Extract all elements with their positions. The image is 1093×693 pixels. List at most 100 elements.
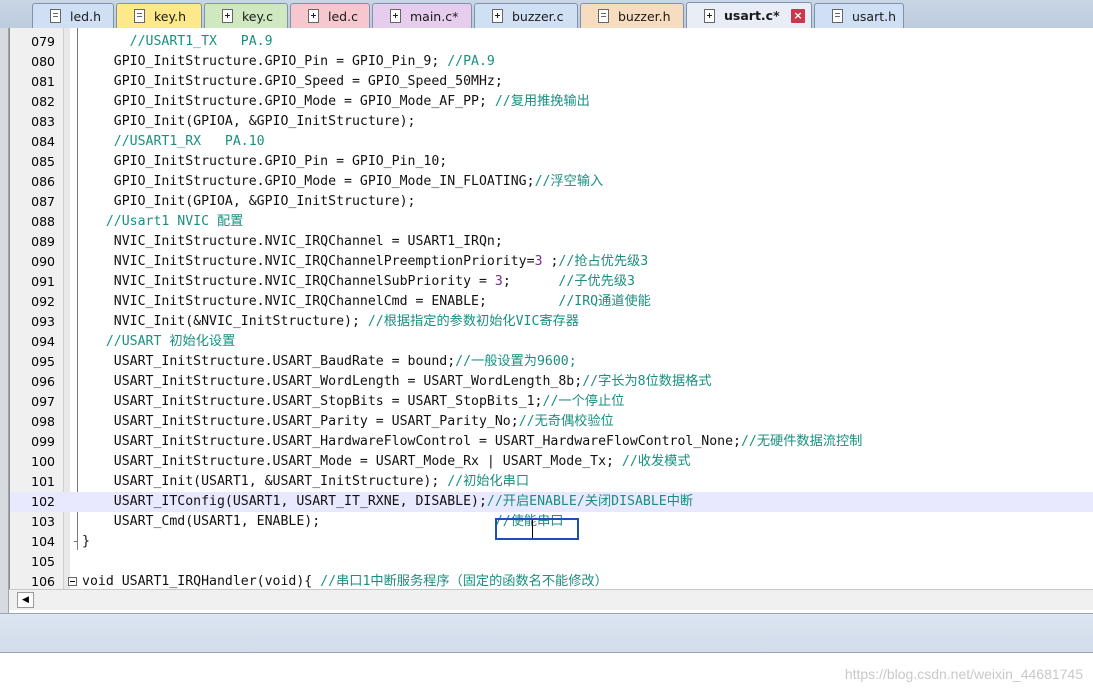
code-comment: //根据指定的参数初始化VIC寄存器	[367, 314, 579, 329]
code-line[interactable]: 096 USART_InitStructure.USART_WordLength…	[10, 372, 1093, 392]
code-line[interactable]: 088 //Usart1 NVIC 配置	[10, 212, 1093, 232]
code-comment: //USART1_TX PA.9	[113, 34, 273, 49]
tab-buzzer-h[interactable]: buzzer.h	[580, 3, 684, 28]
code-line[interactable]: 105	[10, 552, 1093, 572]
code-text: USART_ITConfig(USART1, USART_IT_RXNE, DI…	[82, 492, 693, 512]
code-line[interactable]: 091 NVIC_InitStructure.NVIC_IRQChannelSu…	[10, 272, 1093, 292]
c-source-file-icon	[492, 9, 503, 23]
code-line[interactable]: 082 GPIO_InitStructure.GPIO_Mode = GPIO_…	[10, 92, 1093, 112]
c-source-file-icon	[222, 9, 233, 23]
code-editor[interactable]: 079 //USART1_TX PA.9 080 GPIO_InitStructu…	[9, 28, 1093, 590]
code-text: NVIC_InitStructure.NVIC_IRQChannelCmd = …	[82, 292, 651, 312]
tab-label: usart.h	[852, 8, 897, 24]
line-number: 088	[31, 214, 55, 229]
code-token: GPIO_Init(GPIOA, &GPIO_InitStructure);	[82, 194, 416, 209]
code-line[interactable]: 095 USART_InitStructure.USART_BaudRate =…	[10, 352, 1093, 372]
code-line[interactable]: 081 GPIO_InitStructure.GPIO_Speed = GPIO…	[10, 72, 1093, 92]
tab-main-c[interactable]: main.c*	[372, 3, 472, 28]
code-line[interactable]: 087 GPIO_Init(GPIOA, &GPIO_InitStructure…	[10, 192, 1093, 212]
code-line[interactable]: 103 USART_Cmd(USART1, ENABLE); //使能串口	[10, 512, 1093, 532]
header-file-icon	[832, 9, 843, 23]
code-line[interactable]: 097 USART_InitStructure.USART_StopBits =…	[10, 392, 1093, 412]
tab-usart-c[interactable]: usart.c* ×	[686, 2, 812, 28]
code-token: NVIC_InitStructure.NVIC_IRQChannel = USA…	[82, 234, 503, 249]
header-file-icon	[598, 9, 609, 23]
code-line[interactable]: 093 NVIC_Init(&NVIC_InitStructure); //根据…	[10, 312, 1093, 332]
line-number: 079	[31, 34, 55, 49]
code-text: GPIO_InitStructure.GPIO_Speed = GPIO_Spe…	[82, 72, 503, 92]
code-text: USART_InitStructure.USART_HardwareFlowCo…	[82, 432, 863, 452]
line-number: 083	[31, 114, 55, 129]
code-token: USART_ITConfig(USART1, USART_IT_RXNE, DI…	[82, 494, 487, 509]
code-comment: //串口1中断服务程序（固定的函数名不能修改）	[320, 574, 608, 589]
line-number: 103	[31, 514, 55, 529]
code-line[interactable]: 090 NVIC_InitStructure.NVIC_IRQChannelPr…	[10, 252, 1093, 272]
code-comment: //USART1_RX PA.10	[113, 134, 265, 149]
code-text: USART_InitStructure.USART_BaudRate = bou…	[82, 352, 577, 372]
code-line[interactable]: 084 //USART1_RX PA.10	[10, 132, 1093, 152]
code-text: NVIC_InitStructure.NVIC_IRQChannelPreemp…	[82, 252, 648, 272]
tab-usart-h[interactable]: usart.h	[814, 3, 904, 28]
line-number: 089	[31, 234, 55, 249]
tab-label: usart.c*	[724, 8, 780, 23]
code-token: NVIC_InitStructure.NVIC_IRQChannelSubPri…	[82, 274, 495, 289]
horizontal-scrollbar[interactable]: ◀	[9, 589, 1093, 610]
code-text: USART_InitStructure.USART_Mode = USART_M…	[82, 452, 691, 472]
code-token: GPIO_InitStructure.GPIO_Mode = GPIO_Mode…	[82, 174, 535, 189]
c-source-file-icon	[308, 9, 319, 23]
code-text: //USART1_TX PA.9	[82, 32, 273, 52]
code-line[interactable]: 085 GPIO_InitStructure.GPIO_Pin = GPIO_P…	[10, 152, 1093, 172]
code-comment: //初始化串口	[447, 474, 530, 489]
tab-led-h[interactable]: led.h	[32, 3, 114, 28]
code-token: ;	[542, 254, 559, 269]
code-line[interactable]: 102 USART_ITConfig(USART1, USART_IT_RXNE…	[10, 492, 1093, 512]
code-text: GPIO_InitStructure.GPIO_Pin = GPIO_Pin_9…	[82, 52, 495, 72]
code-text: //USART 初始化设置	[82, 332, 235, 352]
code-text: //USART1_RX PA.10	[82, 132, 265, 152]
code-comment: //使能串口	[494, 514, 564, 529]
window-left-border	[0, 28, 9, 613]
code-line[interactable]: 100 USART_InitStructure.USART_Mode = USA…	[10, 452, 1093, 472]
tab-buzzer-c[interactable]: buzzer.c	[474, 3, 578, 28]
tab-label: main.c*	[410, 8, 459, 24]
code-comment: //USART 初始化设置	[105, 334, 236, 349]
code-comment: //IRQ通道使能	[558, 294, 651, 309]
close-tab-icon[interactable]: ×	[791, 8, 805, 23]
code-text: GPIO_InitStructure.GPIO_Mode = GPIO_Mode…	[82, 172, 603, 192]
line-number: 085	[31, 154, 55, 169]
code-token: USART_InitStructure.USART_BaudRate = bou…	[82, 354, 456, 369]
code-line[interactable]: 094 //USART 初始化设置	[10, 332, 1093, 352]
tab-key-c[interactable]: key.c	[204, 3, 288, 28]
code-line[interactable]: 106 void USART1_IRQHandler(void){ //串口1中断…	[10, 572, 1093, 590]
code-token: USART_InitStructure.USART_WordLength = U…	[82, 374, 583, 389]
code-number: 3	[534, 254, 543, 269]
code-comment: //浮空输入	[534, 174, 604, 189]
code-comment: //开启ENABLE/关闭DISABLE中断	[486, 494, 694, 509]
code-line[interactable]: 104}	[10, 532, 1093, 552]
code-line[interactable]: 079 //USART1_TX PA.9	[10, 32, 1093, 52]
fold-collapse-icon[interactable]	[68, 577, 77, 586]
code-line[interactable]: 080 GPIO_InitStructure.GPIO_Pin = GPIO_P…	[10, 52, 1093, 72]
tab-led-c[interactable]: led.c	[290, 3, 370, 28]
line-number: 087	[31, 194, 55, 209]
code-token: GPIO_InitStructure.GPIO_Pin = GPIO_Pin_9…	[82, 54, 448, 69]
code-line[interactable]: 083 GPIO_Init(GPIOA, &GPIO_InitStructure…	[10, 112, 1093, 132]
code-line[interactable]: 092 NVIC_InitStructure.NVIC_IRQChannelCm…	[10, 292, 1093, 312]
code-text: void USART1_IRQHandler(void){ //串口1中断服务程…	[82, 572, 608, 590]
code-line[interactable]: 089 NVIC_InitStructure.NVIC_IRQChannel =…	[10, 232, 1093, 252]
code-line[interactable]: 101 USART_Init(USART1, &USART_InitStruct…	[10, 472, 1093, 492]
scroll-left-arrow-icon[interactable]: ◀	[17, 592, 34, 608]
code-line[interactable]: 086 GPIO_InitStructure.GPIO_Mode = GPIO_…	[10, 172, 1093, 192]
line-number: 093	[31, 314, 55, 329]
c-source-file-icon	[390, 9, 401, 23]
tab-key-h[interactable]: key.h	[116, 3, 202, 28]
line-number: 082	[31, 94, 55, 109]
code-line[interactable]: 098 USART_InitStructure.USART_Parity = U…	[10, 412, 1093, 432]
code-lines[interactable]: 079 //USART1_TX PA.9 080 GPIO_InitStructu…	[10, 32, 1093, 590]
code-token: NVIC_InitStructure.NVIC_IRQChannelPreemp…	[82, 254, 535, 269]
line-number: 106	[31, 574, 55, 589]
code-line[interactable]: 099 USART_InitStructure.USART_HardwareFl…	[10, 432, 1093, 452]
code-comment: //一般设置为9600;	[455, 354, 577, 369]
